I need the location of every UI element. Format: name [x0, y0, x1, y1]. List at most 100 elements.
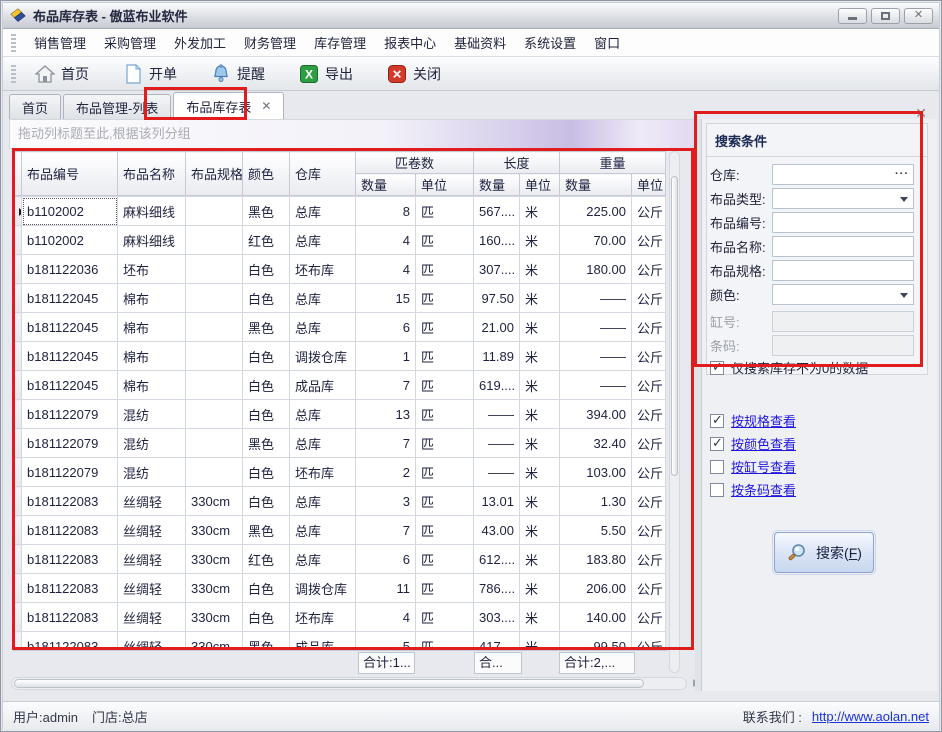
fabric-name-input[interactable] — [772, 236, 914, 257]
grid-cell[interactable]: 4 — [356, 603, 416, 632]
grid-cell[interactable]: 417.... — [474, 632, 520, 652]
fabric-code-input[interactable] — [772, 212, 914, 233]
grid-cell[interactable]: 匹 — [416, 487, 474, 516]
grid-cell[interactable]: b181122083 — [22, 574, 118, 603]
grid-cell[interactable] — [186, 342, 243, 371]
grid-cell[interactable]: 匹 — [416, 255, 474, 284]
grid-cell[interactable]: 白色 — [243, 342, 290, 371]
grid-cell[interactable]: 白色 — [243, 284, 290, 313]
grid-cell[interactable]: 白色 — [243, 255, 290, 284]
grid-cell[interactable]: b181122083 — [22, 603, 118, 632]
fabric-spec-input[interactable] — [772, 260, 914, 281]
row-indicator[interactable] — [14, 197, 22, 226]
new-order-button[interactable]: 开单 — [113, 60, 187, 88]
table-row[interactable]: b181122045棉布黑色总库6匹21.00米——公斤 — [14, 313, 666, 342]
checkbox-unchecked-icon[interactable] — [710, 483, 724, 497]
checkbox-unchecked-icon[interactable] — [710, 460, 724, 474]
grid-cell[interactable]: 总库 — [290, 545, 356, 574]
grid-cell[interactable]: 匹 — [416, 400, 474, 429]
minimize-button[interactable] — [838, 8, 867, 24]
band-header-weight[interactable]: 重量 — [560, 152, 666, 174]
grid-cell[interactable]: 丝绸轻 — [118, 574, 186, 603]
row-indicator[interactable] — [14, 632, 22, 652]
grid-cell[interactable]: 97.50 — [474, 284, 520, 313]
grid-cell[interactable]: 330cm — [186, 603, 243, 632]
search-button[interactable]: 搜索(F) — [774, 532, 874, 573]
panel-close-icon[interactable]: ✕ — [915, 105, 927, 122]
grid-cell[interactable]: 红色 — [243, 545, 290, 574]
only-nonzero-row[interactable]: 仅搜索库存不为0的数据 — [710, 358, 868, 377]
grid-cell[interactable]: 白色 — [243, 603, 290, 632]
col-header-color[interactable]: 颜色 — [243, 152, 290, 196]
grid-cell[interactable]: 330cm — [186, 545, 243, 574]
ellipsis-picker-icon[interactable]: ··· — [895, 168, 909, 180]
grid-cell[interactable]: 619.... — [474, 371, 520, 400]
grid-cell[interactable]: b181122045 — [22, 313, 118, 342]
subcol-pieces-unit[interactable]: 单位 — [416, 174, 474, 196]
grid-cell[interactable]: b181122036 — [22, 255, 118, 284]
grid-cell[interactable]: 匹 — [416, 313, 474, 342]
grid-cell[interactable]: 丝绸轻 — [118, 545, 186, 574]
grid-cell[interactable]: 32.40 — [560, 429, 632, 458]
grid-cell[interactable] — [186, 400, 243, 429]
tab-close-icon[interactable]: ✕ — [261, 99, 271, 113]
grid-cell[interactable]: 白色 — [243, 371, 290, 400]
row-indicator[interactable] — [14, 284, 22, 313]
menu-purchase[interactable]: 采购管理 — [95, 29, 165, 56]
grid-cell[interactable]: 13.01 — [474, 487, 520, 516]
grid-cell[interactable]: 4 — [356, 255, 416, 284]
grid-cell[interactable]: 米 — [520, 284, 560, 313]
grid-cell[interactable]: —— — [560, 313, 632, 342]
grid-cell[interactable]: —— — [560, 342, 632, 371]
row-indicator[interactable] — [14, 458, 22, 487]
grid-cell[interactable]: 330cm — [186, 516, 243, 545]
grid-cell[interactable]: 7 — [356, 516, 416, 545]
warehouse-input[interactable]: ··· — [772, 164, 914, 185]
grid-cell[interactable]: 公斤 — [632, 632, 666, 652]
subcol-length-unit[interactable]: 单位 — [520, 174, 560, 196]
table-row[interactable]: b181122079混纺黑色总库7匹——米32.40公斤 — [14, 429, 666, 458]
grid-cell[interactable]: 140.00 — [560, 603, 632, 632]
tab-home[interactable]: 首页 — [9, 94, 61, 119]
grid-cell[interactable]: 白色 — [243, 487, 290, 516]
grid-cell[interactable]: 匹 — [416, 458, 474, 487]
grid-cell[interactable]: b181122079 — [22, 429, 118, 458]
table-row[interactable]: b181122045棉布白色成品库7匹619....米——公斤 — [14, 371, 666, 400]
grid-cell[interactable]: 公斤 — [632, 284, 666, 313]
grid-cell[interactable]: 4 — [356, 226, 416, 255]
grid-cell[interactable]: 坯布库 — [290, 255, 356, 284]
grid-cell[interactable]: 匹 — [416, 632, 474, 652]
col-header-name[interactable]: 布品名称 — [118, 152, 186, 196]
grid-cell[interactable]: 103.00 — [560, 458, 632, 487]
grid-cell[interactable]: 坯布库 — [290, 458, 356, 487]
subcol-weight-qty[interactable]: 数量 — [560, 174, 632, 196]
subcol-pieces-qty[interactable]: 数量 — [356, 174, 416, 196]
grid-cell[interactable]: 330cm — [186, 487, 243, 516]
maximize-button[interactable] — [871, 8, 900, 24]
chevron-down-icon[interactable] — [900, 197, 908, 202]
toolbar-grip-handle[interactable] — [11, 65, 16, 83]
fabric-type-dropdown[interactable] — [772, 188, 914, 209]
grid-cell[interactable]: 1 — [356, 342, 416, 371]
grid-cell[interactable]: b1102002 — [22, 197, 118, 226]
website-link[interactable]: http://www.aolan.net — [812, 709, 929, 724]
grid-cell[interactable] — [186, 371, 243, 400]
menu-grip-handle[interactable] — [11, 34, 16, 52]
grid-cell[interactable]: 棉布 — [118, 313, 186, 342]
grid-cell[interactable] — [186, 458, 243, 487]
tab-inventory-report[interactable]: 布品库存表 ✕ — [173, 92, 284, 119]
grid-cell[interactable]: 米 — [520, 313, 560, 342]
grid-cell[interactable]: —— — [560, 371, 632, 400]
view-by-spec-link[interactable]: 按规格查看 — [731, 411, 796, 430]
menu-sales[interactable]: 销售管理 — [25, 29, 95, 56]
grid-cell[interactable]: 棉布 — [118, 342, 186, 371]
view-by-barcode-link[interactable]: 按条码查看 — [731, 480, 796, 499]
grid-cell[interactable]: 99.50 — [560, 632, 632, 652]
grid-cell[interactable]: 黑色 — [243, 197, 290, 226]
grid-cell[interactable]: 棉布 — [118, 284, 186, 313]
reminder-button[interactable]: 提醒 — [201, 60, 275, 88]
grid-cell[interactable]: b181122045 — [22, 284, 118, 313]
grid-cell[interactable]: 米 — [520, 632, 560, 652]
grid-cell[interactable]: 2 — [356, 458, 416, 487]
band-header-pieces[interactable]: 匹卷数 — [356, 152, 474, 174]
